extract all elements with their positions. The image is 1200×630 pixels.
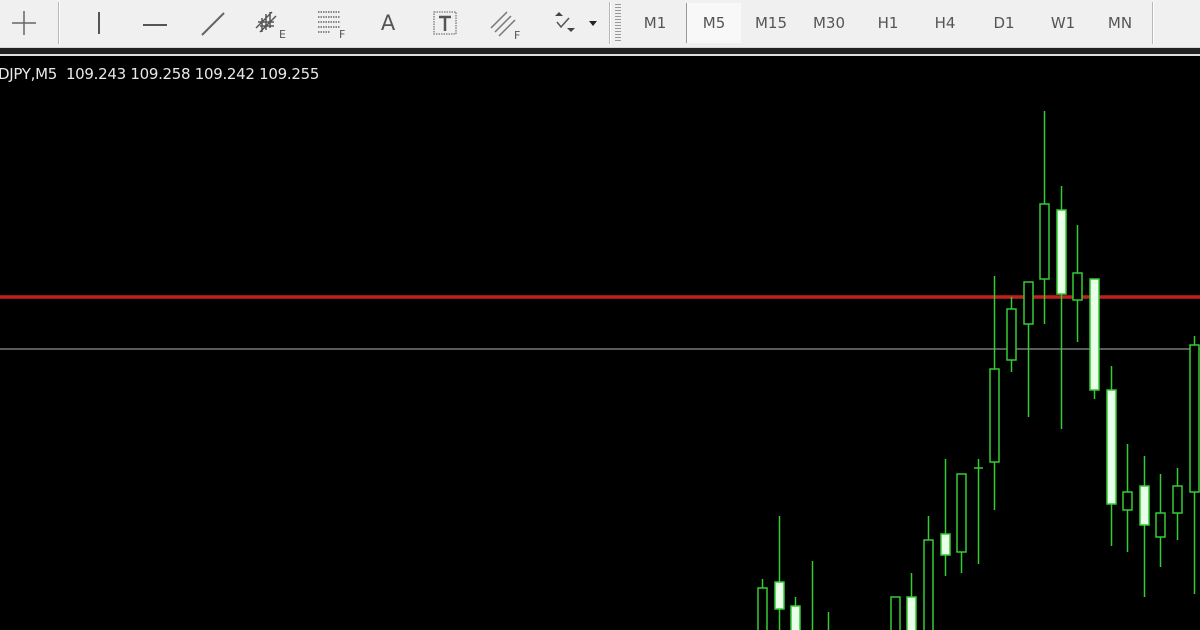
arrows-dropdown-icon	[555, 12, 597, 32]
candle-bear	[790, 605, 801, 630]
timeframe-button-m15[interactable]: M15	[744, 3, 798, 43]
crosshair-button[interactable]	[4, 4, 44, 42]
candle-bull	[1006, 308, 1017, 361]
timeframe-button-m1[interactable]: M1	[628, 3, 682, 43]
vertical-line-icon	[98, 12, 100, 34]
candle-bear	[1089, 278, 1100, 391]
text-button[interactable]: A	[368, 4, 408, 42]
timeframe-button-h1[interactable]: H1	[861, 3, 915, 43]
toolbar-grip[interactable]	[615, 4, 621, 42]
fibonacci-fan-button[interactable]: F	[485, 4, 527, 42]
candle-bull	[1122, 491, 1133, 511]
candle-bull	[956, 473, 967, 553]
candle-bear	[1106, 389, 1117, 505]
vertical-line-button[interactable]	[78, 4, 118, 42]
candle-bull	[1072, 272, 1083, 301]
timeframe-button-h4[interactable]: H4	[918, 3, 972, 43]
fibonacci-retracement-icon: F	[318, 11, 345, 40]
equidistant-channel-icon: E	[255, 11, 286, 40]
candle-bull	[1172, 485, 1183, 514]
candlestick-chart[interactable]	[0, 56, 1200, 630]
candle-bull	[890, 596, 901, 630]
candle-bear	[906, 596, 917, 630]
timeframe-button-mn[interactable]: MN	[1093, 3, 1147, 43]
candle-bull	[989, 368, 1000, 463]
timeframe-button-m30[interactable]: M30	[802, 3, 856, 43]
text-label-icon	[433, 11, 457, 35]
horizontal-line-icon	[143, 24, 167, 26]
trendline-icon	[201, 12, 225, 36]
fibonacci-fan-icon: F	[490, 11, 520, 40]
equidistant-channel-suffix: E	[279, 28, 286, 40]
candle-bull	[1023, 281, 1034, 325]
trendline-button[interactable]	[193, 4, 233, 42]
crosshair-icon	[12, 11, 36, 35]
candle-bull	[1039, 203, 1050, 280]
svg-text:F: F	[514, 29, 520, 40]
candle-bear	[1139, 485, 1150, 526]
candle-bull	[923, 539, 934, 630]
candle-bull	[1155, 512, 1166, 538]
text-label-button[interactable]	[425, 4, 465, 42]
svg-text:F: F	[339, 28, 345, 40]
timeframe-button-w1[interactable]: W1	[1036, 3, 1090, 43]
drawing-toolbar: E F A F M1 M5 M15 M30 H1 H4 D1 W1 MN	[0, 0, 1200, 48]
candle-bull	[757, 587, 768, 630]
chart-symbol-ohlc: DJPY,M5 109.243 109.258 109.242 109.255	[0, 65, 320, 83]
text-icon: A	[380, 11, 396, 35]
equidistant-channel-button[interactable]: E	[250, 4, 292, 42]
arrows-dropdown-button[interactable]	[545, 4, 601, 42]
horizontal-line-button[interactable]	[135, 4, 175, 42]
chevron-down-icon	[589, 21, 597, 26]
fibonacci-retracement-button[interactable]: F	[310, 4, 352, 42]
timeframe-button-m5[interactable]: M5	[686, 3, 741, 43]
candle-bear	[774, 581, 785, 610]
timeframe-button-d1[interactable]: D1	[977, 3, 1031, 43]
candle-bear	[940, 533, 951, 556]
candle-bull	[1189, 344, 1200, 493]
candle-bear	[1056, 209, 1067, 295]
